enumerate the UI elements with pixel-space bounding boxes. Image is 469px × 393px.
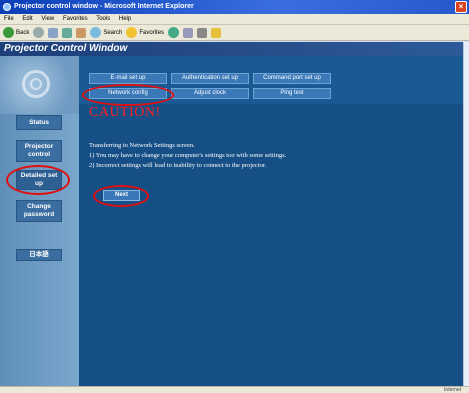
sidebar-item-label: Detailed set up (20, 172, 58, 187)
sidebar: Status Projector control Detailed set up… (0, 56, 79, 386)
tab-network-config[interactable]: Network config (89, 88, 167, 99)
vertical-scrollbar[interactable] (463, 42, 469, 386)
browser-toolbar: Back Search Favorites (0, 25, 469, 41)
menu-edit[interactable]: Edit (22, 16, 32, 22)
sidebar-item-change-password[interactable]: Change password (16, 200, 62, 222)
menu-favorites[interactable]: Favorites (63, 16, 88, 22)
tab-ping-test[interactable]: Ping test (253, 88, 331, 99)
main-panel: E-mail set up Authentication set up Comm… (79, 56, 469, 386)
back-button[interactable]: Back (3, 27, 29, 38)
menu-file[interactable]: File (4, 16, 14, 22)
tab-adjust-clock[interactable]: Adjust clock (171, 88, 249, 99)
sidebar-item-japanese[interactable]: 日本語 (16, 249, 62, 261)
browser-title-bar: Projector control window - Microsoft Int… (0, 0, 469, 14)
message-line-3: 2) Incorrect settings will lead to inabi… (89, 162, 267, 169)
menu-view[interactable]: View (41, 16, 54, 22)
logo (0, 56, 79, 114)
menu-help[interactable]: Help (119, 16, 131, 22)
back-arrow-icon (3, 27, 14, 38)
star-icon (126, 27, 138, 38)
status-bar: Internet (0, 386, 469, 393)
status-zone: Internet (444, 387, 461, 393)
tab-authentication-setup[interactable]: Authentication set up (171, 73, 249, 84)
sidebar-item-detailed-setup[interactable]: Detailed set up (16, 170, 62, 190)
next-button[interactable]: Next (103, 190, 140, 201)
home-icon[interactable] (76, 27, 87, 38)
close-icon[interactable]: × (455, 1, 467, 13)
ie-icon (3, 3, 11, 11)
tab-email-setup[interactable]: E-mail set up (89, 73, 167, 84)
caution-heading: CAUTION! (89, 105, 161, 120)
forward-arrow-icon[interactable] (33, 27, 45, 38)
app-title: Projector Control Window (0, 42, 469, 56)
sidebar-item-label: Status (29, 118, 49, 126)
stop-icon[interactable] (48, 27, 59, 38)
folder-icon[interactable] (211, 27, 222, 38)
sidebar-item-label: Change password (23, 203, 55, 218)
search-icon (90, 27, 102, 38)
sidebar-item-label: Projector control (24, 143, 54, 158)
print-icon[interactable] (197, 27, 208, 38)
tab-command-port-setup[interactable]: Command port set up (253, 73, 331, 84)
sidebar-item-projector-control[interactable]: Projector control (16, 140, 62, 162)
menu-tools[interactable]: Tools (96, 16, 110, 22)
message-line-1: Transferring to Network Settings screen. (89, 142, 195, 149)
search-button[interactable]: Search (90, 27, 122, 38)
history-icon[interactable] (168, 27, 180, 38)
sidebar-item-label: 日本語 (29, 251, 49, 258)
sidebar-item-status[interactable]: Status (16, 115, 62, 130)
menu-bar: File Edit View Favorites Tools Help (0, 14, 469, 25)
mail-icon[interactable] (183, 27, 194, 38)
logo-inner-ring-icon (30, 78, 42, 90)
refresh-icon[interactable] (62, 27, 73, 38)
favorites-button[interactable]: Favorites (126, 27, 164, 38)
browser-title: Projector control window - Microsoft Int… (14, 3, 194, 10)
message-line-2: 1) You may have to change your computer'… (89, 152, 287, 159)
